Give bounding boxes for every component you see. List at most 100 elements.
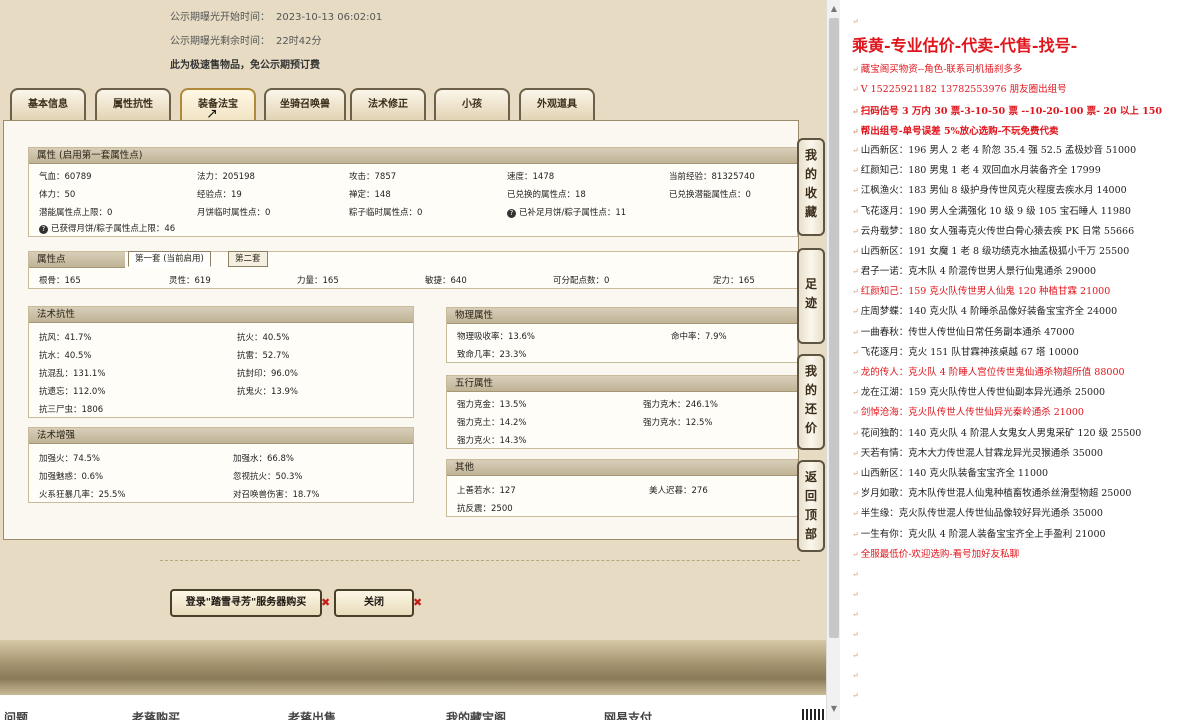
note-line: ↵ bbox=[852, 585, 1180, 605]
footer-link-help[interactable]: 问题 bbox=[4, 709, 28, 720]
tab-attributes[interactable]: 属性抗性 bbox=[95, 88, 171, 120]
tab-basic-info[interactable]: 基本信息 bbox=[10, 88, 86, 120]
game-trade-page: 公示期曝光开始时间： 2023-10-13 06:02:01 公示期曝光剩余时间：… bbox=[0, 0, 826, 720]
paragraph-mark-icon: ↵ bbox=[852, 549, 859, 559]
boost-water: 加强水：66.8% bbox=[233, 454, 295, 464]
paragraph-mark-icon: ↵ bbox=[852, 125, 859, 136]
note-text: 君子一诺：克木队 4 阶混传世男人景行仙鬼通杀 29000 bbox=[860, 266, 1097, 278]
my-offers-button[interactable]: 我的还价 bbox=[797, 354, 825, 450]
note-text: 半生缘：克火队传世混人传世仙品像较好异光通杀 35000 bbox=[860, 508, 1103, 520]
attr-filled-points: 已补足月饼/粽子属性点：11 bbox=[519, 208, 627, 218]
five-wood: 强力克木：246.1% bbox=[643, 400, 718, 410]
paragraph-mark-icon: ↵ bbox=[852, 468, 859, 478]
other-anti-reflect: 抗反震：2500 bbox=[457, 504, 513, 514]
paragraph-mark-icon: ↵ bbox=[852, 307, 859, 317]
attr-box: 属性 (启用第一套属性点) 气血：60789 法力：205198 攻击：7857… bbox=[28, 147, 798, 237]
attr-mp: 法力：205198 bbox=[197, 172, 255, 182]
note-text: 一曲春秋：传世人传世仙日常任务副本通杀 47000 bbox=[860, 326, 1075, 338]
back-to-top-button[interactable]: 返回顶部 bbox=[797, 460, 825, 552]
points-title: 属性点 bbox=[29, 252, 125, 268]
paragraph-mark-icon: ↵ bbox=[852, 489, 859, 499]
help-icon[interactable]: ? bbox=[507, 209, 516, 218]
note-text: 山西新区：191 女魔 1 老 8 级功绩克水抽孟极狐小千万 25500 bbox=[860, 245, 1130, 257]
footprints-button[interactable]: 足迹 bbox=[797, 248, 825, 344]
note-line: ↵ 扫码估号 3 万内 30 票-3-10-50 票 --10-20-100 票-… bbox=[852, 101, 1180, 121]
footer-link-my-cbg[interactable]: 我的藏宝阁 bbox=[446, 709, 506, 720]
five-fire: 强力克火：14.3% bbox=[457, 436, 527, 446]
note-line: ↵ 山西新区：140 克火队装备宝宝齐全 11000 bbox=[852, 464, 1180, 484]
tab-child[interactable]: 小孩 bbox=[434, 88, 510, 120]
points-agility: 敏捷：640 bbox=[425, 276, 467, 286]
paragraph-mark-icon: ↵ bbox=[852, 590, 859, 600]
tab-point-set-1[interactable]: 第一套 (当前启用) bbox=[128, 251, 211, 267]
boost-fire-crit: 火系狂暴几率：25.5% bbox=[39, 490, 126, 500]
close-button[interactable]: 关闭 bbox=[334, 589, 414, 617]
tab-point-set-2[interactable]: 第二套 bbox=[228, 251, 268, 267]
note-line: ↵ 一生有你：克火队 4 阶混人装备宝宝齐全上手盈利 21000 bbox=[852, 525, 1180, 545]
note-text: 飞花逐月：克火 151 队甘霖神孩桌越 67 塔 10000 bbox=[860, 346, 1079, 358]
tab-appearance[interactable]: 外观道具 bbox=[519, 88, 595, 120]
seller-notes-document: ↵ 乘黄-专业估价-代卖-代售-找号- ↵ 藏宝阁买物资--角色-联系司机插刹多多 ↵ V… bbox=[840, 0, 1180, 720]
tab-mounts-pets[interactable]: 坐骑召唤兽 bbox=[264, 88, 346, 120]
scroll-up-icon[interactable]: ▲ bbox=[829, 4, 839, 14]
note-line: ↵ bbox=[852, 12, 1180, 32]
attr-title: 属性 (启用第一套属性点) bbox=[29, 148, 797, 164]
my-favorites-button[interactable]: 我的收藏 bbox=[797, 138, 825, 236]
attr-exp: 当前经验：81325740 bbox=[669, 172, 755, 182]
note-line: ↵ bbox=[852, 565, 1180, 585]
attr-zongzi-temp: 粽子临时属性点：0 bbox=[349, 208, 423, 218]
fast-sale-note: 此为极速售物品，免公示期预订费 bbox=[170, 60, 320, 71]
login-buy-button[interactable]: 登录"踏雪寻芳"服务器购买 bbox=[170, 589, 322, 617]
close-x-icon: ✖ bbox=[413, 596, 423, 609]
physical-absorb: 物理吸收率：13.6% bbox=[457, 332, 536, 342]
note-text: 岁月如歌：克木队传世混人仙鬼种植畜牧通杀丝滑型物超 25000 bbox=[860, 488, 1132, 500]
help-icon[interactable]: ? bbox=[39, 225, 48, 234]
physical-crit: 致命几率：23.3% bbox=[457, 350, 527, 360]
tab-spell-correction[interactable]: 法术修正 bbox=[350, 88, 426, 120]
boost-box: 法术增强 加强火：74.5% 加强魅惑：0.6% 火系狂暴几率：25.5% 加强… bbox=[28, 427, 414, 503]
note-text: V 15225921182 13782553976 朋友圈出组号 bbox=[860, 84, 1067, 96]
resist-fire: 抗火：40.5% bbox=[237, 333, 290, 343]
points-constitution: 根骨：165 bbox=[39, 276, 81, 286]
note-line: ↵ 山西新区：191 女魔 1 老 8 级功绩克水抽孟极狐小千万 25500 bbox=[852, 242, 1180, 262]
points-strength: 力量：165 bbox=[297, 276, 339, 286]
resist-forget: 抗遗忘：112.0% bbox=[39, 387, 106, 397]
paragraph-mark-icon: ↵ bbox=[852, 246, 859, 256]
paragraph-mark-icon: ↵ bbox=[852, 166, 859, 176]
resist-chaos: 抗混乱：131.1% bbox=[39, 369, 106, 379]
paragraph-mark-icon: ↵ bbox=[852, 267, 859, 277]
physical-box: 物理属性 物理吸收率：13.6% 致命几率：23.3% 命中率：7.9% bbox=[446, 307, 798, 363]
note-line: ↵ 江枫渔火：183 男仙 8 级护身传世风克火程度去疾水月 14000 bbox=[852, 181, 1180, 201]
physical-hit: 命中率：7.9% bbox=[671, 332, 727, 342]
footer-link-buy-guide[interactable]: 老蒋购买 bbox=[132, 709, 180, 720]
scroll-thumb[interactable] bbox=[829, 18, 839, 638]
note-text: 花间独酌：140 克火队 4 阶混人女鬼女人男鬼采矿 120 级 25500 bbox=[860, 427, 1142, 439]
note-text: 天若有情：克木大力传世混人甘霖龙异光灵猴通杀 35000 bbox=[860, 447, 1103, 459]
points-unallocated: 可分配点数：0 bbox=[553, 276, 610, 286]
note-line: ↵ 红颜知己：159 克火队传世男人仙鬼 120 种植甘霖 21000 bbox=[852, 282, 1180, 302]
paragraph-mark-icon: ↵ bbox=[852, 388, 859, 398]
tab-equipment[interactable]: 装备法宝 bbox=[180, 88, 256, 120]
note-text: 山西新区：196 男人 2 老 4 阶忽 35.4 强 52.5 孟极妙音 51… bbox=[860, 144, 1137, 156]
divider bbox=[160, 560, 800, 561]
footer-link-netease-pay[interactable]: 网易支付 bbox=[604, 709, 652, 720]
note-text: 庄周梦蝶：140 克火队 4 阶睡杀品像好装备宝宝齐全 24000 bbox=[860, 306, 1118, 318]
exposure-start-row: 公示期曝光开始时间： 2023-10-13 06:02:01 bbox=[170, 8, 382, 23]
page-scrollbar[interactable]: ▲ ▼ bbox=[826, 0, 840, 720]
note-line: 乘黄-专业估价-代卖-代售-找号- bbox=[852, 32, 1180, 60]
exposure-remain-label: 公示期曝光剩余时间： bbox=[170, 36, 270, 47]
note-text: 剑悼沧海：克火队传世人传世仙异光秦岭通杀 21000 bbox=[860, 407, 1084, 419]
note-text: 龙的传人：克火队 4 阶睡人宫位传世鬼仙通杀物超所值 88000 bbox=[860, 367, 1125, 378]
attr-filled-points-row: ? 已补足月饼/粽子属性点：11 bbox=[507, 206, 626, 218]
paragraph-mark-icon: ↵ bbox=[852, 448, 859, 458]
footer-link-sell-guide[interactable]: 老蒋出售 bbox=[288, 709, 336, 720]
five-elements-title: 五行属性 bbox=[447, 376, 797, 392]
note-line: ↵ bbox=[852, 646, 1180, 666]
attributes-panel: 属性 (启用第一套属性点) 气血：60789 法力：205198 攻击：7857… bbox=[3, 120, 799, 540]
paragraph-mark-icon: ↵ bbox=[852, 327, 859, 337]
paragraph-mark-icon: ↵ bbox=[852, 610, 859, 620]
five-water: 强力克水：12.5% bbox=[643, 418, 713, 428]
note-line: ↵ 飞花逐月：克火 151 队甘霖神孩桌越 67 塔 10000 bbox=[852, 343, 1180, 363]
scroll-down-icon[interactable]: ▼ bbox=[829, 704, 839, 714]
note-text: 飞花逐月：190 男人全满强化 10 级 9 级 105 宝石睡人 11980 bbox=[860, 205, 1131, 217]
